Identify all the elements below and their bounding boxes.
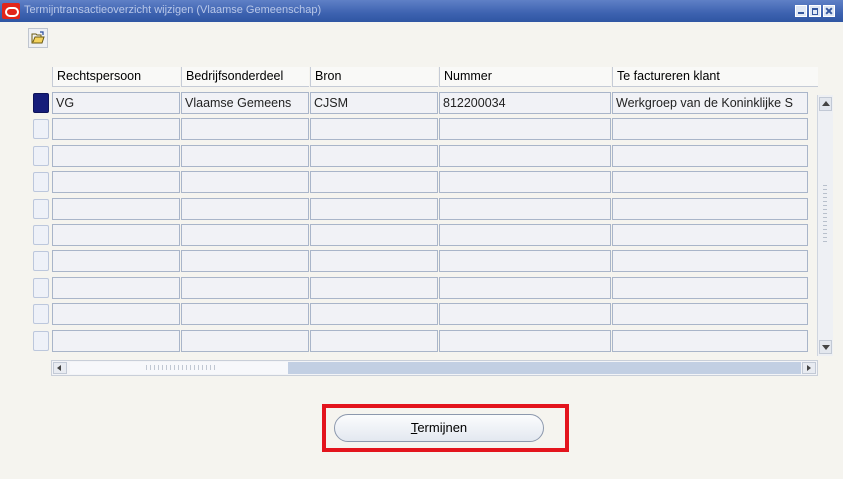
row-selector[interactable]	[33, 172, 49, 193]
scroll-grip	[823, 185, 827, 245]
table-cell[interactable]	[439, 171, 611, 194]
table-cell[interactable]	[439, 197, 611, 220]
scroll-right-icon[interactable]	[802, 362, 816, 374]
table-cell[interactable]: VG	[52, 92, 180, 114]
table-cell[interactable]	[181, 171, 309, 194]
termijnen-button[interactable]: Termijnen	[334, 414, 544, 442]
folder-open-icon	[31, 31, 45, 44]
table-cell[interactable]	[52, 197, 180, 220]
table-row[interactable]	[31, 170, 818, 194]
termijnen-label: ermijnen	[417, 420, 468, 435]
table-cell[interactable]	[181, 118, 309, 141]
table-row[interactable]	[31, 223, 818, 247]
row-selector[interactable]	[33, 330, 49, 351]
table-cell[interactable]	[310, 224, 438, 246]
table-cell[interactable]	[310, 144, 438, 167]
table-cell[interactable]	[181, 329, 309, 352]
table-cell[interactable]	[52, 171, 180, 194]
table-cell[interactable]: 812200034	[439, 92, 611, 114]
row-selector[interactable]	[33, 277, 49, 298]
column-header-nummer[interactable]: Nummer	[439, 67, 611, 87]
scroll-left-icon[interactable]	[53, 362, 67, 374]
row-selector[interactable]	[33, 251, 49, 272]
table-row[interactable]	[31, 276, 818, 300]
table-row[interactable]	[31, 249, 818, 273]
table-cell[interactable]	[612, 171, 808, 194]
row-selector[interactable]	[33, 198, 49, 219]
column-header-rechtspersoon[interactable]: Rechtspersoon	[52, 67, 180, 87]
table-cell[interactable]	[612, 250, 808, 273]
table-cell[interactable]	[52, 144, 180, 167]
table-cell[interactable]	[181, 250, 309, 273]
table-cell[interactable]	[439, 144, 611, 167]
table-row[interactable]	[31, 329, 818, 353]
row-selector[interactable]	[33, 93, 49, 113]
oracle-app-icon	[2, 3, 20, 19]
maximize-icon[interactable]	[809, 5, 821, 17]
table-cell[interactable]	[612, 303, 808, 326]
row-selector[interactable]	[33, 145, 49, 166]
column-header-bron[interactable]: Bron	[310, 67, 438, 87]
table-cell[interactable]	[310, 197, 438, 220]
table-cell[interactable]	[612, 224, 808, 246]
table-cell[interactable]	[612, 118, 808, 141]
table-cell[interactable]	[52, 250, 180, 273]
scroll-up-icon[interactable]	[819, 97, 832, 111]
scroll-down-icon[interactable]	[819, 340, 832, 354]
row-selector[interactable]	[33, 225, 49, 245]
table-row[interactable]	[31, 302, 818, 326]
table-cell[interactable]	[439, 303, 611, 326]
horizontal-scroll-track[interactable]	[288, 362, 801, 374]
minimize-icon[interactable]	[795, 5, 807, 17]
table-cell[interactable]: Werkgroep van de Koninklijke S	[612, 92, 808, 114]
table-cell[interactable]	[310, 171, 438, 194]
table-cell[interactable]	[181, 303, 309, 326]
table-cell[interactable]	[52, 118, 180, 141]
table-cell[interactable]	[439, 329, 611, 352]
table-row[interactable]	[31, 197, 818, 221]
vertical-scrollbar[interactable]	[817, 95, 833, 356]
table-row[interactable]	[31, 117, 818, 141]
table-row[interactable]: VG Vlaamse Gemeens CJSM 812200034 Werkgroep …	[31, 91, 818, 115]
table-cell[interactable]	[52, 329, 180, 352]
horizontal-scroll-thumb[interactable]	[70, 362, 288, 374]
table-cell[interactable]	[310, 329, 438, 352]
table-cell[interactable]	[310, 118, 438, 141]
table-cell[interactable]	[612, 144, 808, 167]
column-header-bedrijfsonderdeel[interactable]: Bedrijfsonderdeel	[181, 67, 309, 87]
table-cell[interactable]	[52, 276, 180, 299]
table-cell[interactable]: Vlaamse Gemeens	[181, 92, 309, 114]
table-cell[interactable]	[612, 329, 808, 352]
table-cell[interactable]	[439, 250, 611, 273]
table-cell[interactable]	[310, 250, 438, 273]
horizontal-scrollbar[interactable]	[51, 360, 818, 376]
open-folder-button[interactable]	[28, 28, 48, 48]
close-icon[interactable]	[823, 5, 835, 17]
table-cell[interactable]	[439, 276, 611, 299]
table-row[interactable]	[31, 144, 818, 168]
table-cell[interactable]	[310, 276, 438, 299]
table-cell[interactable]	[181, 276, 309, 299]
table-cell[interactable]	[310, 303, 438, 326]
table-cell[interactable]	[181, 224, 309, 246]
table-cell[interactable]: CJSM	[310, 92, 438, 114]
records-table: Rechtspersoon Bedrijfsonderdeel Bron Num…	[31, 62, 818, 357]
table-cell[interactable]	[439, 224, 611, 246]
table-cell[interactable]	[612, 276, 808, 299]
row-selector[interactable]	[33, 119, 49, 140]
table-cell[interactable]	[52, 303, 180, 326]
column-header-te-factureren-klant[interactable]: Te factureren klant	[612, 67, 818, 87]
table-cell[interactable]	[52, 224, 180, 246]
table-cell[interactable]	[181, 197, 309, 220]
row-selector[interactable]	[33, 304, 49, 325]
table-cell[interactable]	[612, 197, 808, 220]
table-cell[interactable]	[181, 144, 309, 167]
window-title: Termijntransactieoverzicht wijzigen (Vla…	[24, 4, 322, 16]
table-cell[interactable]	[439, 118, 611, 141]
title-bar: Termijntransactieoverzicht wijzigen (Vla…	[0, 0, 843, 22]
